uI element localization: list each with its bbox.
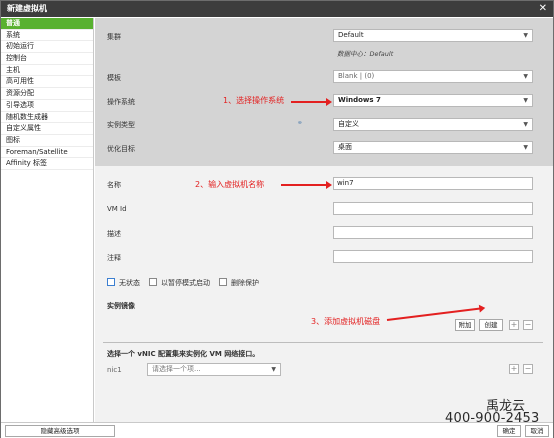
annotation-step3: 3、添加虚拟机磁盘 xyxy=(311,317,381,326)
cluster-label: 集群 xyxy=(107,33,121,41)
sidebar-item-system[interactable]: 系统 xyxy=(1,30,93,42)
delete-protection-checkbox[interactable] xyxy=(219,278,227,286)
instance-images-label: 实例镜像 xyxy=(107,302,135,310)
watermark-phone: 400-900-2453 xyxy=(445,411,540,426)
dialog-titlebar: 新建虚拟机 ✕ xyxy=(1,1,553,17)
vmid-field[interactable] xyxy=(333,202,533,215)
annotation-arrow-2 xyxy=(281,181,332,189)
link-icon[interactable]: ⚭ xyxy=(297,119,303,127)
new-vm-dialog: 新建虚拟机 ✕ 普通 系统 初始运行 控制台 主机 高可用性 资源分配 引导选项… xyxy=(0,0,554,438)
vm-name-value: win7 xyxy=(337,179,354,187)
general-top-panel: 集群 Default ▼ 数据中心：Default 模板 Blank | (0)… xyxy=(95,18,553,166)
sidebar-item-affinity-labels[interactable]: Affinity 标签 xyxy=(1,158,93,170)
create-disk-button[interactable]: 创建 xyxy=(479,319,503,331)
chevron-down-icon: ▼ xyxy=(271,366,276,373)
vm-name-field[interactable]: win7 xyxy=(333,177,533,190)
sidebar-item-initial-run[interactable]: 初始运行 xyxy=(1,41,93,54)
instance-type-value: 自定义 xyxy=(338,120,359,128)
description-field[interactable] xyxy=(333,226,533,239)
section-divider xyxy=(103,342,543,343)
annotation-step1: 1、选择操作系统 xyxy=(223,96,285,105)
instance-type-select[interactable]: 自定义 ▼ xyxy=(333,118,533,131)
nic1-label: nic1 xyxy=(107,366,122,374)
stateless-checkbox[interactable] xyxy=(107,278,115,286)
comment-field[interactable] xyxy=(333,250,533,263)
name-label: 名称 xyxy=(107,181,121,189)
remove-nic-icon[interactable]: − xyxy=(523,364,533,374)
cancel-button[interactable]: 取消 xyxy=(525,425,549,437)
sidebar-item-icon[interactable]: 图标 xyxy=(1,135,93,147)
chevron-down-icon: ▼ xyxy=(523,144,528,151)
nic1-placeholder: 请选择一个项... xyxy=(152,365,201,373)
general-main-panel: 名称 win7 VM Id 描述 注释 无状态 以暂停模式启动 删除保护 实例镜… xyxy=(95,166,553,422)
sidebar-item-foreman[interactable]: Foreman/Satellite xyxy=(1,147,93,159)
template-value: Blank | (0) xyxy=(338,72,375,80)
chevron-down-icon: ▼ xyxy=(523,97,528,104)
comment-label: 注释 xyxy=(107,254,121,262)
sidebar-item-resource-allocation[interactable]: 资源分配 xyxy=(1,88,93,100)
sidebar-item-boot-options[interactable]: 引导选项 xyxy=(1,100,93,112)
os-value: Windows 7 xyxy=(338,96,381,104)
vnic-heading: 选择一个 vNIC 配置集来实例化 VM 网络接口。 xyxy=(107,350,260,358)
annotation-arrow-1 xyxy=(291,98,332,106)
os-select[interactable]: Windows 7 ▼ xyxy=(333,94,533,107)
settings-sidebar: 普通 系统 初始运行 控制台 主机 高可用性 资源分配 引导选项 随机数生成器 … xyxy=(1,18,94,422)
close-icon[interactable]: ✕ xyxy=(539,1,547,17)
start-paused-checkbox[interactable] xyxy=(149,278,157,286)
stateless-label: 无状态 xyxy=(119,279,140,287)
chevron-down-icon: ▼ xyxy=(523,32,528,39)
nic1-profile-select[interactable]: 请选择一个项... ▼ xyxy=(147,363,281,376)
sidebar-item-high-availability[interactable]: 高可用性 xyxy=(1,76,93,89)
annotation-step2: 2、输入虚拟机名称 xyxy=(195,180,265,189)
add-disk-icon[interactable]: + xyxy=(509,320,519,330)
instance-type-label: 实例类型 xyxy=(107,121,135,129)
hide-advanced-button[interactable]: 隐藏高级选项 xyxy=(5,425,115,437)
chevron-down-icon: ▼ xyxy=(523,121,528,128)
add-nic-icon[interactable]: + xyxy=(509,364,519,374)
description-label: 描述 xyxy=(107,230,121,238)
delete-protection-label: 删除保护 xyxy=(231,279,259,287)
dialog-title: 新建虚拟机 xyxy=(7,4,47,13)
optimize-value: 桌面 xyxy=(338,143,352,151)
template-label: 模板 xyxy=(107,74,121,82)
chevron-down-icon: ▼ xyxy=(523,73,528,80)
sidebar-item-general[interactable]: 普通 xyxy=(1,18,93,30)
sidebar-item-console[interactable]: 控制台 xyxy=(1,53,93,65)
start-paused-label: 以暂停模式启动 xyxy=(161,279,210,287)
optimize-label: 优化目标 xyxy=(107,145,135,153)
sidebar-item-custom-properties[interactable]: 自定义属性 xyxy=(1,123,93,135)
cluster-select[interactable]: Default ▼ xyxy=(333,29,533,42)
optimize-select[interactable]: 桌面 ▼ xyxy=(333,141,533,154)
vmid-label: VM Id xyxy=(107,205,127,213)
sidebar-item-host[interactable]: 主机 xyxy=(1,65,93,77)
remove-disk-icon[interactable]: − xyxy=(523,320,533,330)
sidebar-item-rng[interactable]: 随机数生成器 xyxy=(1,112,93,124)
attach-button[interactable]: 附加 xyxy=(455,319,475,331)
os-label: 操作系统 xyxy=(107,98,135,106)
ok-button[interactable]: 确定 xyxy=(497,425,521,437)
datacenter-hint: 数据中心：Default xyxy=(337,50,394,58)
cluster-value: Default xyxy=(338,31,364,39)
template-select[interactable]: Blank | (0) ▼ xyxy=(333,70,533,83)
